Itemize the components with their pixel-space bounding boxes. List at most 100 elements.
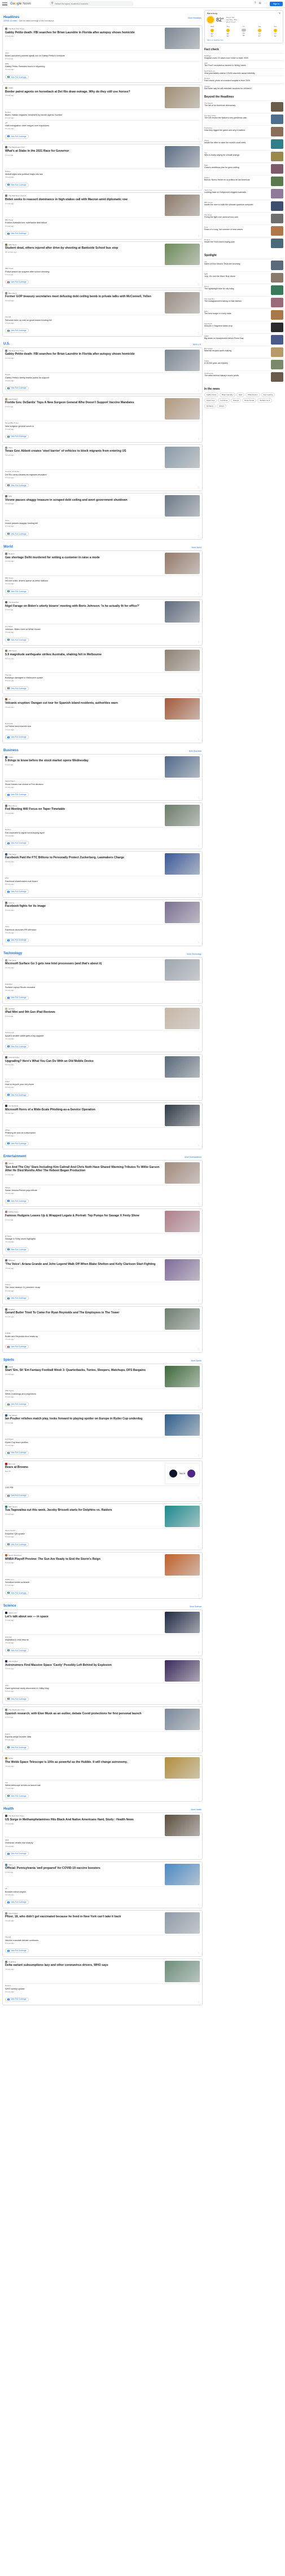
more-options-icon[interactable]: ⋮ (198, 1405, 200, 1408)
story-card[interactable]: Healthline Delta variant subsumptions laz… (2, 1958, 203, 2005)
story-source[interactable]: Healthline (5, 1960, 163, 1963)
story-source[interactable]: The Wall Street Journal (5, 195, 163, 197)
story-thumbnail[interactable] (165, 601, 200, 623)
story-card[interactable]: CNBC 5 things to know before the stock ma… (2, 753, 203, 801)
spotlight-item-title[interactable]: The artist behind history's iconic print… (204, 374, 269, 377)
full-coverage-button[interactable]: View Full Coverage (5, 1590, 29, 1595)
story-source[interactable]: ScienceAlert (5, 1660, 163, 1663)
more-options-icon[interactable]: ⋮ (198, 186, 200, 188)
recent-item-title[interactable]: How they rigged the game and why it matt… (204, 129, 269, 131)
more-options-icon[interactable]: ⋮ (198, 1250, 200, 1253)
related-headline[interactable]: Dolphins' QB update (5, 1533, 200, 1536)
story-source[interactable]: ESPN (5, 1365, 163, 1368)
story-thumbnail[interactable] (165, 650, 200, 672)
forecast-day[interactable]: Wed 82° 61° (207, 25, 217, 37)
more-options-icon[interactable]: ⋮ (198, 235, 200, 237)
story-source[interactable]: USA TODAY (5, 398, 163, 400)
full-coverage-button[interactable]: View Full Coverage (5, 841, 29, 845)
related-headline[interactable]: Facebook launches PR offensive (5, 929, 200, 932)
related-headline[interactable]: Abbott signs new political maps into law (5, 173, 200, 176)
related-headline[interactable]: Booster rollout begins (5, 1891, 200, 1894)
story-card[interactable]: NFL.com Bears at Browns Sep 26 Sep 26 1:00 P… (2, 1460, 203, 1502)
recent-item-title[interactable]: Fears of a long, hot summer of heat wave… (204, 228, 269, 231)
related-story[interactable]: People Sarah Jessica Parker pays tribute 3… (5, 1185, 200, 1194)
related-headline[interactable]: WHO weekly update (5, 1988, 200, 1991)
more-options-icon[interactable]: ⋮ (198, 1903, 200, 1906)
fact_check-item[interactable]: Snopes Did Biden say he will mandate vacc… (204, 83, 283, 91)
topic-chip[interactable]: Ryder Cup (204, 398, 217, 403)
story-thumbnail[interactable] (165, 1554, 200, 1576)
story-card[interactable]: Rolling Stone Famous Hudgens Leaves Up & … (2, 1208, 203, 1256)
related-headline[interactable]: Surface Laptop Studio revealed (5, 986, 200, 989)
story-headline[interactable]: Florida Gov. DeSantis' Tops A New Surgeo… (5, 401, 163, 404)
more-options-icon[interactable]: ⋮ (198, 1952, 200, 1955)
story-thumbnail[interactable] (165, 1007, 200, 1029)
story-source[interactable]: The Washington Post (5, 146, 163, 149)
story-card[interactable]: The Washington Post What's at Stake in th… (2, 144, 203, 191)
related-story[interactable]: Vox Webb telescope arrives at launch site… (5, 1780, 200, 1789)
recent-item-title[interactable]: Who is really paying for climate change (204, 154, 269, 156)
recent-item-title[interactable]: Fixing the fight over autonomous cars (204, 216, 269, 218)
spotlight-item-title[interactable]: A 15,000-year-old mystery (204, 362, 269, 364)
full-coverage-button[interactable]: View Full Coverage (5, 280, 29, 284)
story-headline[interactable]: Gabby Petito death: FBI searches for Bri… (5, 31, 163, 34)
recent-item[interactable]: Politico Bolivia: Nuevo frente en la poli… (204, 175, 283, 187)
story-source[interactable]: Billboard (5, 1259, 163, 1262)
weather-link[interactable]: More on weather.com (207, 39, 280, 41)
more-options-icon[interactable]: ⋮ (198, 893, 200, 896)
topic-chip[interactable]: Abbott (217, 404, 226, 409)
related-story[interactable]: TVLine The Voice season 21 premiere recap… (5, 1282, 200, 1292)
spotlight-item-title[interactable]: Big deals on headphones before Prime Day (204, 337, 269, 339)
story-card[interactable]: Bloomberg Fed Meeting Will Focus on Taper… (2, 802, 203, 849)
related-story[interactable]: The Hill Vaccine mandate debate continues… (5, 1934, 200, 1944)
related-story[interactable]: AP Booster rollout begins 4 hours ago (5, 1886, 200, 1896)
related-headline[interactable]: Gabby Petito: Remains found in Wyoming (5, 65, 200, 68)
story-source[interactable]: 9to5Mac (5, 1007, 163, 1010)
more-options-icon[interactable]: ⋮ (198, 941, 200, 944)
story-thumbnail[interactable] (165, 1660, 200, 1682)
full-coverage-button[interactable]: View Full Coverage (5, 1745, 29, 1750)
story-source[interactable]: The Athletic (5, 1414, 163, 1417)
more-options-icon[interactable]: ⋮ (198, 1144, 200, 1147)
story-source[interactable]: The New York Times (5, 349, 163, 352)
story-thumbnail[interactable] (165, 1863, 200, 1885)
story-headline[interactable]: Vivone passes shaggy treasure in scraped… (5, 499, 163, 502)
story-source[interactable]: CNBC (5, 756, 163, 758)
story-source[interactable]: CNN (5, 446, 163, 449)
related-headline[interactable]: Butler and Reynolds feud heats up (5, 1335, 200, 1338)
related-headline[interactable]: Stock futures rise ahead of Fed decision (5, 783, 200, 786)
more-options-icon[interactable]: ⋮ (198, 1797, 200, 1799)
story-headline[interactable]: Microsoft Surface Go 3 gets new Intel pr… (5, 962, 163, 965)
related-headline[interactable]: Schumer tees up vote on government fundi… (5, 319, 200, 322)
more-options-icon[interactable]: ⋮ (198, 535, 200, 537)
story-headline[interactable]: Ian Poulter relishes match play, looks f… (5, 1417, 163, 1421)
full-coverage-button[interactable]: View Full Coverage (5, 134, 29, 139)
full-coverage-button[interactable]: View Full Coverage (5, 735, 29, 739)
more-options-icon[interactable]: ⋮ (198, 1348, 200, 1351)
story-card[interactable]: NBC Sports Tua Tagovailoa out this week, … (2, 1503, 203, 1550)
more-options-icon[interactable]: ⋮ (198, 1497, 200, 1499)
more-options-icon[interactable]: ⋮ (198, 641, 200, 643)
story-thumbnail[interactable] (165, 756, 200, 778)
more-options-icon[interactable]: ⋮ (198, 1299, 200, 1302)
more-options-icon[interactable]: ⋮ (198, 1700, 200, 1702)
recent-item-title[interactable]: Inside the Fed's bond-buying plan (204, 241, 269, 243)
story-thumbnail[interactable] (165, 1308, 200, 1330)
related-story[interactable]: CBS Sports Week 3 rankings and projection… (5, 1388, 200, 1398)
story-source[interactable]: The New York Times (5, 1815, 163, 1818)
related-headline[interactable]: Haiti immigration chief resigns over exp… (5, 125, 200, 127)
story-card[interactable]: ABC News 5.9 magnitude earthquake strikes… (2, 647, 203, 695)
story-headline[interactable]: Pfizer, 18, who didn't get vaccinated be… (5, 1915, 163, 1918)
story-source[interactable]: Reuters (5, 553, 163, 555)
story-card[interactable]: Space.com Let's talk about sex — in space… (2, 1609, 203, 1657)
full-coverage-button[interactable]: View Full Coverage (5, 589, 29, 594)
more-options-icon[interactable]: ⋮ (198, 796, 200, 799)
related-headline[interactable]: Ryder Cup team profiles (5, 1441, 200, 1444)
story-headline[interactable]: What's at Stake in the 2021 Race for Gov… (5, 149, 163, 153)
related-story[interactable]: NPR Overdose deaths rise sharply 3 hours a… (5, 1837, 200, 1847)
story-headline[interactable]: Spanish research, with Elon Musk as an o… (5, 1712, 163, 1715)
story-thumbnail[interactable] (165, 853, 200, 875)
more-options-icon[interactable]: ⋮ (198, 844, 200, 847)
story-thumbnail[interactable] (165, 446, 200, 468)
related-headline[interactable]: 1:00 PM (5, 1487, 200, 1489)
